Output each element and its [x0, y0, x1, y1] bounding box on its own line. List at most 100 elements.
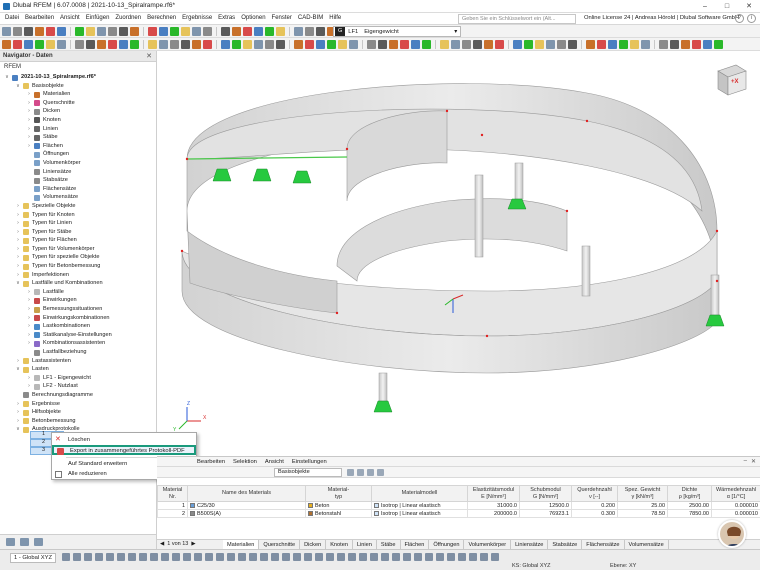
toolbar-icon[interactable] — [254, 27, 263, 36]
toolbar-icon[interactable] — [608, 40, 617, 49]
tree-item[interactable]: › Einwirkungskombinationen — [0, 314, 156, 323]
expand-arrow-icon[interactable]: › — [26, 107, 32, 116]
cell-alpha[interactable]: 0.000010 — [711, 509, 760, 518]
cell-name[interactable]: B500S(A) — [187, 509, 306, 518]
toolbar-icon[interactable] — [305, 27, 314, 36]
status-tool-icon[interactable] — [293, 553, 301, 561]
expand-arrow-icon[interactable]: › — [26, 142, 32, 151]
toolbar-icon[interactable] — [86, 40, 95, 49]
tree-item[interactable]: › Stäbe — [0, 133, 156, 142]
column-header[interactable]: Name des Materials — [187, 485, 306, 502]
toolbar-icon[interactable] — [349, 40, 358, 49]
expand-arrow-icon[interactable]: › — [26, 288, 32, 297]
status-tool-icon[interactable] — [392, 553, 400, 561]
table-row[interactable]: 2 B500S(A) Betonstahl Isotrop | Linear elas… — [157, 509, 760, 518]
column-header[interactable]: Spez. Gewicht γ [kN/m³] — [617, 485, 668, 502]
status-tool-icon[interactable] — [205, 553, 213, 561]
toolbar-icon[interactable] — [203, 40, 212, 49]
model-viewport[interactable]: X Z Y +X — [157, 51, 760, 456]
tree-item[interactable]: Berechnungsdiagramme — [0, 391, 156, 400]
status-tool-icon[interactable] — [414, 553, 422, 561]
node[interactable] — [715, 229, 719, 233]
toolbar-icon[interactable] — [681, 40, 690, 49]
expand-arrow-icon[interactable]: › — [15, 417, 21, 426]
status-tool-icon[interactable] — [359, 553, 367, 561]
status-tool-icon[interactable] — [249, 553, 257, 561]
status-tool-icon[interactable] — [447, 553, 455, 561]
category-select[interactable]: Basisobjekte — [274, 468, 342, 477]
expand-arrow-icon[interactable]: › — [15, 219, 21, 228]
expand-arrow-icon[interactable]: › — [26, 374, 32, 383]
expand-arrow-icon[interactable]: › — [26, 296, 32, 305]
column-header[interactable]: Dichte ρ [kg/m³] — [667, 485, 712, 502]
status-tool-icon[interactable] — [304, 553, 312, 561]
expand-arrow-icon[interactable]: › — [15, 236, 21, 245]
status-tool-icon[interactable] — [260, 553, 268, 561]
expand-arrow-icon[interactable]: › — [15, 262, 21, 271]
status-tool-icon[interactable] — [238, 553, 246, 561]
tree-item[interactable]: Volumensätze — [0, 193, 156, 202]
toolbar-icon[interactable] — [254, 40, 263, 49]
status-tool-icon[interactable] — [216, 553, 224, 561]
tree-item[interactable]: › Spezielle Objekte — [0, 202, 156, 211]
status-tool-icon[interactable] — [128, 553, 136, 561]
menu-item-export-pdf[interactable]: Export in zusammengeführtes Protokoll-PD… — [52, 445, 196, 455]
toolbar-icon[interactable] — [97, 27, 106, 36]
column[interactable] — [581, 245, 591, 297]
cell-gamma[interactable]: 25.00 — [617, 501, 668, 510]
tree-item[interactable]: › Bemessungssituationen — [0, 305, 156, 314]
close-icon[interactable]: ✕ — [146, 52, 152, 60]
status-tool-icon[interactable] — [436, 553, 444, 561]
toolbar-icon[interactable] — [170, 40, 179, 49]
menu-10[interactable]: CAD-BIM — [295, 15, 326, 21]
toolbar-icon[interactable] — [367, 40, 376, 49]
expand-arrow-icon[interactable]: › — [26, 99, 32, 108]
status-tool-icon[interactable] — [348, 553, 356, 561]
menu-11[interactable]: Hilfe — [326, 15, 344, 21]
toolbar-icon[interactable] — [75, 40, 84, 49]
toolbar-icon[interactable] — [294, 27, 303, 36]
cell-nu[interactable]: 0.200 — [571, 501, 618, 510]
toolbar-icon[interactable] — [473, 40, 482, 49]
search-input[interactable]: Geben Sie ein Schlüsselwort ein (Alt... — [458, 14, 576, 24]
tree-item[interactable]: › Knoten — [0, 116, 156, 125]
status-tool-icon[interactable] — [84, 553, 92, 561]
status-tool-icon[interactable] — [150, 553, 158, 561]
tree-item[interactable]: › Dicken — [0, 107, 156, 116]
expand-arrow-icon[interactable]: › — [26, 305, 32, 314]
node[interactable] — [345, 147, 349, 151]
prev-icon[interactable] — [347, 469, 354, 476]
status-tool-icon[interactable] — [282, 553, 290, 561]
node[interactable] — [565, 209, 569, 213]
toolbar-icon[interactable] — [181, 27, 190, 36]
toolbar-icon[interactable] — [316, 27, 325, 36]
toolbar-icon[interactable] — [13, 27, 22, 36]
toolbar-icon[interactable] — [159, 40, 168, 49]
toolbar-icon[interactable] — [630, 40, 639, 49]
cell-g[interactable]: 12500.0 — [519, 501, 572, 510]
toolbar-icon[interactable] — [170, 27, 179, 36]
table-row[interactable]: 1 C25/30 Beton Isotrop | Linear elastisch 31… — [157, 501, 760, 510]
cell-e[interactable]: 200000.0 — [467, 509, 520, 518]
tree-item[interactable]: › Typen für Flächen — [0, 236, 156, 245]
chevron-down-icon[interactable]: ▾ — [451, 29, 460, 35]
status-tool-icon[interactable] — [458, 553, 466, 561]
toolbar-icon[interactable] — [119, 40, 128, 49]
status-tool-icon[interactable] — [326, 553, 334, 561]
toolbar-icon[interactable] — [535, 40, 544, 49]
info-icon[interactable]: i — [747, 14, 756, 23]
cell-nu[interactable]: 0.300 — [571, 509, 618, 518]
status-tool-icon[interactable] — [117, 553, 125, 561]
toolbar-icon[interactable] — [86, 27, 95, 36]
status-tool-icon[interactable] — [425, 553, 433, 561]
expand-arrow-icon[interactable]: › — [26, 382, 32, 391]
status-tool-icon[interactable] — [370, 553, 378, 561]
toolbar-icon[interactable] — [513, 40, 522, 49]
toolbar-icon[interactable] — [597, 40, 606, 49]
toolbar-icon[interactable] — [338, 40, 347, 49]
toolbar-icon[interactable] — [35, 27, 44, 36]
toolbar-icon[interactable] — [148, 40, 157, 49]
support-icon[interactable] — [252, 168, 272, 182]
tree-item[interactable]: › Typen für Volumenkörper — [0, 245, 156, 254]
toolbar-icon[interactable] — [411, 40, 420, 49]
